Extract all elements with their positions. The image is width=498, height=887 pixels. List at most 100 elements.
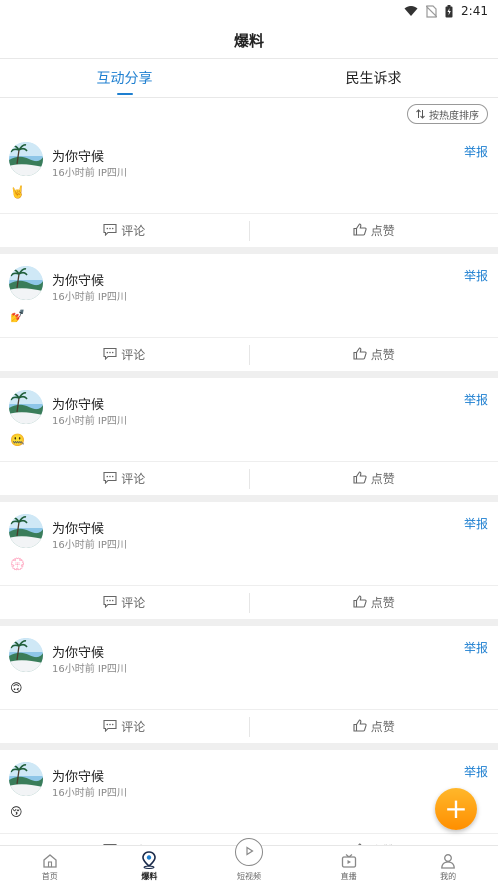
like-label: 点赞 <box>370 348 395 362</box>
post-time: 16小时前 <box>52 664 95 675</box>
sort-arrows-icon <box>416 109 425 119</box>
report-button[interactable]: 举报 <box>464 391 488 408</box>
comment-button[interactable]: 评论 <box>0 470 249 487</box>
post-actions: 评论 点赞 <box>0 337 498 371</box>
tab-interactive-share[interactable]: 互动分享 <box>0 59 249 97</box>
like-label: 点赞 <box>370 720 395 734</box>
post-time: 16小时前 <box>52 292 95 303</box>
thumbs-up-icon <box>353 470 367 487</box>
post-author[interactable]: 为你守候 <box>52 518 104 537</box>
add-post-button[interactable]: + <box>435 788 477 830</box>
nav-label: 爆料 <box>141 872 158 881</box>
post-card[interactable]: 为你守候 16小时前 IP四川 举报 💮 评论 点赞 <box>0 502 498 619</box>
like-button[interactable]: 点赞 <box>250 346 498 363</box>
comment-icon <box>103 595 117 611</box>
report-button[interactable]: 举报 <box>464 639 488 656</box>
post-card[interactable]: 为你守候 16小时前 IP四川 举报 🤘 评论 点赞 <box>0 130 498 247</box>
comment-icon <box>103 471 117 487</box>
sort-row: 按热度排序 <box>407 104 488 124</box>
thumbs-up-icon <box>353 346 367 363</box>
post-card[interactable]: 为你守候 16小时前 IP四川 举报 💅 评论 点赞 <box>0 254 498 371</box>
tab-label: 民生诉求 <box>345 71 402 87</box>
post-actions: 评论 点赞 <box>0 461 498 495</box>
post-meta: 16小时前 IP四川 <box>52 536 127 551</box>
post-author[interactable]: 为你守候 <box>52 146 104 165</box>
avatar[interactable] <box>9 638 43 672</box>
comment-label: 评论 <box>121 472 146 486</box>
post-card[interactable]: 为你守候 16小时前 IP四川 举报 🙃 评论 点赞 <box>0 626 498 743</box>
post-location: IP四川 <box>97 168 127 179</box>
avatar[interactable] <box>9 142 43 176</box>
post-content: 🤐 <box>10 433 25 447</box>
comment-button[interactable]: 评论 <box>0 718 249 735</box>
play-icon <box>234 838 263 866</box>
sort-button-label: 按热度排序 <box>429 110 479 122</box>
home-icon <box>43 854 57 868</box>
post-feed[interactable]: 为你守候 16小时前 IP四川 举报 🤘 评论 点赞 为你守候 16小时前 IP四川 举报 💅 评论… <box>0 130 498 845</box>
comment-icon <box>103 719 117 735</box>
avatar[interactable] <box>9 390 43 424</box>
nav-short-video[interactable]: 短视频 <box>199 838 299 887</box>
like-button[interactable]: 点赞 <box>250 594 498 611</box>
page-title: 爆料 <box>233 31 264 50</box>
like-button[interactable]: 点赞 <box>250 470 498 487</box>
avatar[interactable] <box>9 266 43 300</box>
comment-label: 评论 <box>121 348 146 362</box>
nav-home[interactable]: 首页 <box>0 846 100 887</box>
thumbs-up-icon <box>353 718 367 735</box>
like-button[interactable]: 点赞 <box>250 222 498 239</box>
post-location: IP四川 <box>97 540 127 551</box>
post-author[interactable]: 为你守候 <box>52 394 104 413</box>
post-card[interactable]: 为你守候 16小时前 IP四川 举报 🤐 评论 点赞 <box>0 378 498 495</box>
nav-label: 我的 <box>440 872 457 881</box>
sort-by-popularity-button[interactable]: 按热度排序 <box>407 104 488 124</box>
comment-label: 评论 <box>121 224 146 238</box>
comment-button[interactable]: 评论 <box>0 222 249 239</box>
report-button[interactable]: 举报 <box>464 763 488 780</box>
comment-icon <box>103 347 117 363</box>
like-label: 点赞 <box>370 596 395 610</box>
comment-icon <box>103 223 117 239</box>
nav-mine[interactable]: 我的 <box>398 846 498 887</box>
post-author[interactable]: 为你守候 <box>52 642 104 661</box>
tab-bar: 互动分享 民生诉求 <box>0 58 498 98</box>
post-meta: 16小时前 IP四川 <box>52 660 127 675</box>
comment-button[interactable]: 评论 <box>0 594 249 611</box>
battery-icon <box>445 4 453 17</box>
comment-button[interactable]: 评论 <box>0 346 249 363</box>
nav-label: 直播 <box>340 872 357 881</box>
post-meta: 16小时前 IP四川 <box>52 412 127 427</box>
report-button[interactable]: 举报 <box>464 143 488 160</box>
avatar[interactable] <box>9 514 43 548</box>
report-button[interactable]: 举报 <box>464 515 488 532</box>
post-actions: 评论 点赞 <box>0 709 498 743</box>
no-sim-icon <box>426 4 438 18</box>
post-time: 16小时前 <box>52 788 95 799</box>
report-button[interactable]: 举报 <box>464 267 488 284</box>
post-content: 💅 <box>10 309 25 323</box>
plus-icon: + <box>444 792 468 825</box>
post-author[interactable]: 为你守候 <box>52 766 104 785</box>
comment-label: 评论 <box>121 596 146 610</box>
tab-label: 互动分享 <box>96 71 153 87</box>
thumbs-up-icon <box>353 594 367 611</box>
post-separator <box>0 743 498 750</box>
nav-baoliao[interactable]: 爆料 <box>100 846 200 887</box>
post-content: 😚 <box>10 805 23 819</box>
like-label: 点赞 <box>370 224 395 238</box>
comment-label: 评论 <box>121 720 146 734</box>
thumbs-up-icon <box>353 222 367 239</box>
bottom-nav: 首页 爆料 短视频 直播 我的 <box>0 838 498 887</box>
status-bar: 2:41 <box>0 0 498 22</box>
avatar[interactable] <box>9 762 43 796</box>
nav-label: 首页 <box>41 872 58 881</box>
post-actions: 评论 点赞 <box>0 585 498 619</box>
post-content: 🤘 <box>10 185 25 199</box>
like-button[interactable]: 点赞 <box>250 718 498 735</box>
tab-public-appeals[interactable]: 民生诉求 <box>249 59 498 97</box>
post-time: 16小时前 <box>52 168 95 179</box>
post-author[interactable]: 为你守候 <box>52 270 104 289</box>
nav-live[interactable]: 直播 <box>299 846 399 887</box>
post-time: 16小时前 <box>52 416 95 427</box>
post-card[interactable]: 为你守候16小时前 IP四川举报😚评论点赞 <box>0 750 498 845</box>
